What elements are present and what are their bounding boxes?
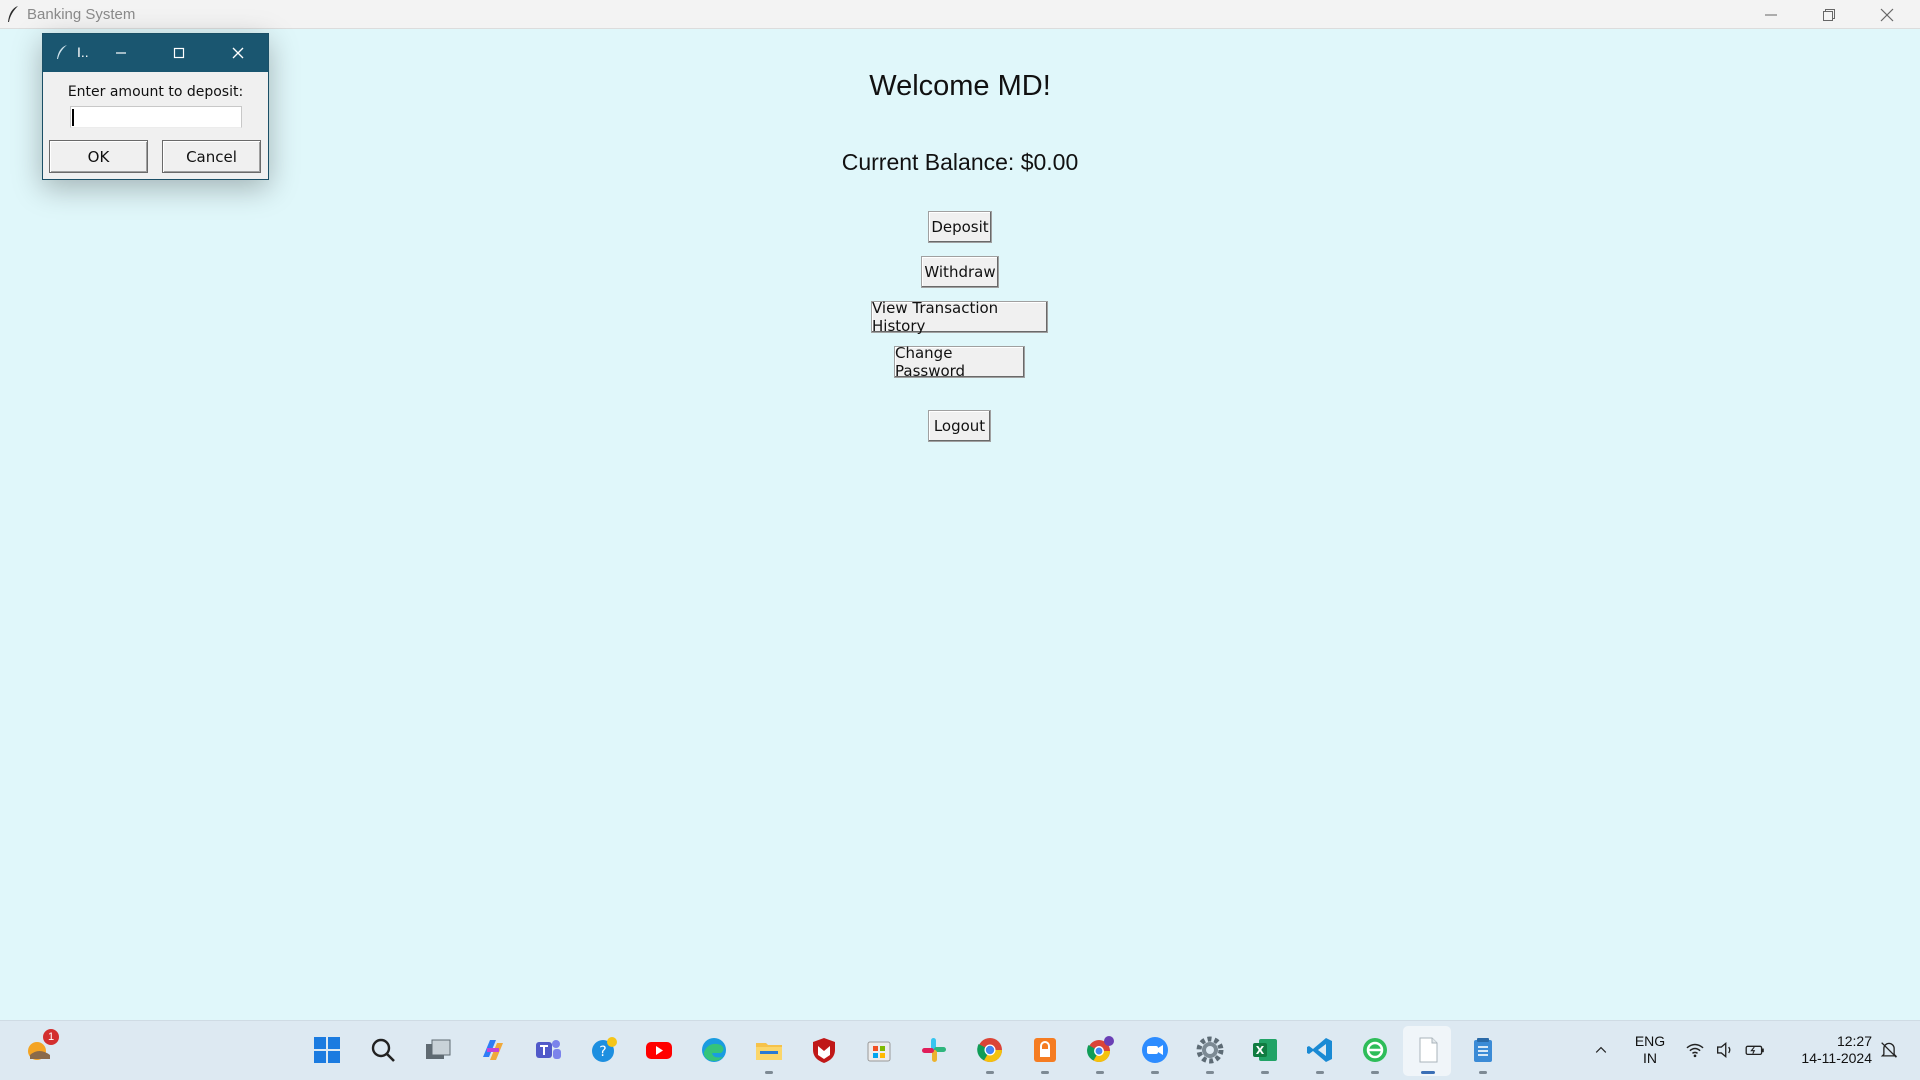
svg-text:?: ? [599,1044,606,1060]
cancel-button[interactable]: Cancel [162,140,261,173]
notepad-active-indicator [1421,1071,1435,1074]
file-explorer-running-indicator [765,1071,773,1074]
weather-widget-icon[interactable]: 1 [22,1029,59,1067]
chrome-profile-running-indicator [1096,1071,1104,1074]
close-button[interactable] [1858,0,1916,29]
dialog-close-icon[interactable] [230,45,246,61]
dialog-title: I.. [77,44,89,60]
chevron-up-icon[interactable] [1584,1033,1618,1067]
app-feather-icon [8,6,18,22]
vpn-icon[interactable] [1028,1033,1062,1074]
search-icon[interactable] [366,1033,400,1067]
store-icon[interactable] [862,1033,896,1067]
restore-button[interactable] [1800,0,1858,29]
window-title: Banking System [27,6,136,23]
app-green-running-indicator [1371,1071,1379,1074]
clock-date: 14-11-2024 [1801,1050,1872,1066]
dialog-feather-icon [57,45,67,59]
wifi-icon[interactable] [1680,1033,1710,1067]
zoom-running-indicator [1151,1071,1159,1074]
ok-button[interactable]: OK [49,140,148,173]
taskbar: 1 ? X ENG IN 12:27 14-11-2024 [0,1020,1920,1080]
vscode-icon[interactable] [1303,1033,1337,1074]
svg-text:X: X [1256,1044,1265,1057]
chrome-profile-icon[interactable] [1083,1033,1117,1074]
window-titlebar[interactable]: Banking System [0,0,1920,29]
minimize-button[interactable] [1742,0,1800,29]
settings-running-indicator [1206,1071,1214,1074]
deposit-dialog[interactable]: I.. Enter amount to deposit: OK Cancel [42,33,269,180]
battery-icon[interactable] [1740,1033,1770,1067]
language-indicator[interactable]: ENG IN [1628,1033,1672,1067]
logout-button[interactable]: Logout [928,410,991,442]
text-caret [72,109,74,126]
change-password-button[interactable]: Change Password [894,344,1025,380]
minimize-icon [1765,14,1777,15]
excel-running-indicator [1261,1071,1269,1074]
excel-icon[interactable]: X [1248,1033,1282,1074]
vscode-running-indicator [1316,1071,1324,1074]
chrome-running-indicator [986,1071,994,1074]
slack-icon[interactable] [917,1033,951,1067]
edge-icon[interactable] [697,1033,731,1067]
deposit-prompt-label: Enter amount to deposit: [67,84,244,100]
notes-icon[interactable] [1466,1033,1500,1074]
region-label: IN [1643,1050,1657,1066]
welcome-heading: Welcome MD! [869,70,1051,102]
help-icon[interactable]: ? [587,1033,621,1067]
settings-icon[interactable] [1193,1033,1227,1074]
notes-running-indicator [1479,1071,1487,1074]
withdraw-button[interactable]: Withdraw [921,256,999,288]
notification-bell-icon[interactable] [1874,1033,1904,1067]
copilot-icon[interactable] [476,1033,510,1067]
view-transaction-history-button[interactable]: View Transaction History [871,299,1048,335]
start-icon[interactable] [310,1033,344,1067]
widget-badge: 1 [43,1029,59,1045]
chrome-icon[interactable] [973,1033,1007,1074]
deposit-button[interactable]: Deposit [928,211,992,243]
close-icon [1880,8,1894,21]
clock[interactable]: 12:27 14-11-2024 [1780,1033,1872,1067]
banking-main-panel: Welcome MD! Current Balance: $0.00 Depos… [0,29,1920,1020]
dialog-titlebar[interactable]: I.. [43,34,268,72]
file-explorer-icon[interactable] [752,1033,786,1074]
dialog-maximize-icon[interactable] [171,45,187,61]
clock-time: 12:27 [1836,1033,1872,1049]
teams-icon[interactable] [531,1033,565,1067]
restore-icon [1823,8,1835,21]
language-label: ENG [1634,1033,1666,1049]
volume-icon[interactable] [1710,1033,1740,1067]
notepad-icon[interactable] [1411,1033,1445,1074]
zoom-icon[interactable] [1138,1033,1172,1074]
vpn-running-indicator [1041,1071,1049,1074]
task-view-icon[interactable] [421,1033,455,1067]
dialog-minimize-icon[interactable] [113,45,129,61]
youtube-icon[interactable] [642,1033,676,1067]
mcafee-icon[interactable] [807,1033,841,1067]
deposit-amount-input[interactable] [70,106,242,128]
app-green-icon[interactable] [1358,1033,1392,1074]
balance-label: Current Balance: $0.00 [841,149,1079,175]
